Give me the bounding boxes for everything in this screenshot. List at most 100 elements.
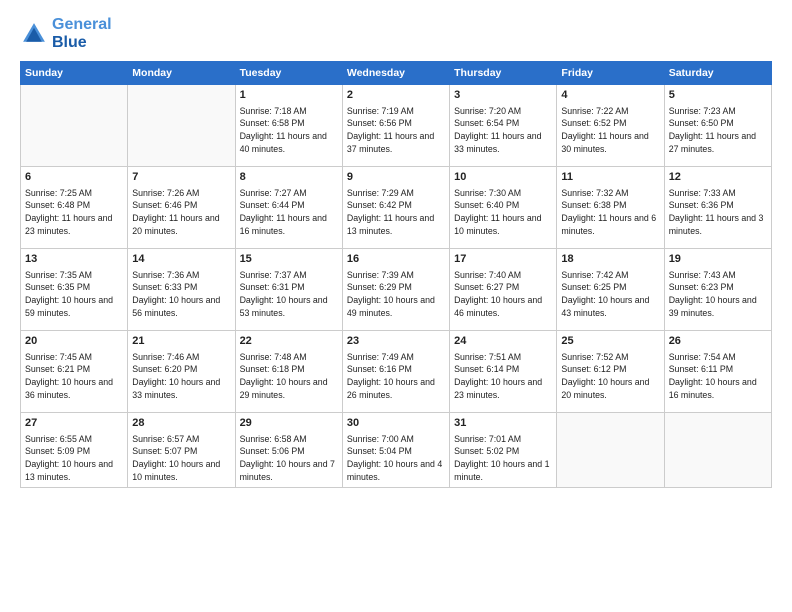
day-content: Sunrise: 7:27 AM Sunset: 6:44 PM Dayligh…: [240, 187, 338, 238]
logo-icon: [20, 20, 48, 48]
day-content: Sunrise: 7:52 AM Sunset: 6:12 PM Dayligh…: [561, 351, 659, 402]
day-content: Sunrise: 7:51 AM Sunset: 6:14 PM Dayligh…: [454, 351, 552, 402]
calendar-cell: 3Sunrise: 7:20 AM Sunset: 6:54 PM Daylig…: [450, 85, 557, 167]
day-content: Sunrise: 7:43 AM Sunset: 6:23 PM Dayligh…: [669, 269, 767, 320]
day-content: Sunrise: 7:18 AM Sunset: 6:58 PM Dayligh…: [240, 105, 338, 156]
col-tuesday: Tuesday: [235, 62, 342, 85]
calendar-body: 1 Sunrise: 7:18 AM Sunset: 6:58 PM Daylig…: [21, 85, 772, 487]
day-number: 26: [669, 334, 767, 349]
day-content: Sunrise: 7:00 AM Sunset: 5:04 PM Dayligh…: [347, 433, 445, 484]
day-number: 22: [240, 334, 338, 349]
day-number: 7: [132, 170, 230, 185]
calendar-cell: 25 Sunrise: 7:52 AM Sunset: 6:12 PM Dayli…: [557, 331, 664, 413]
calendar-cell: 7 Sunrise: 7:26 AM Sunset: 6:46 PM Daylig…: [128, 167, 235, 249]
calendar-cell: 23 Sunrise: 7:49 AM Sunset: 6:16 PM Dayli…: [342, 331, 449, 413]
day-number: 9: [347, 170, 445, 185]
calendar-cell: 11 Sunrise: 7:32 AM Sunset: 6:38 PM Dayli…: [557, 167, 664, 249]
logo-text: General Blue: [52, 16, 112, 51]
day-content: Sunrise: 7:36 AM Sunset: 6:33 PM Dayligh…: [132, 269, 230, 320]
calendar-table: Sunday Monday Tuesday Wednesday Thursday…: [20, 61, 772, 487]
col-friday: Friday: [557, 62, 664, 85]
calendar-cell: 15Sunrise: 7:37 AM Sunset: 6:31 PM Dayli…: [235, 249, 342, 331]
day-content: Sunrise: 6:55 AM Sunset: 5:09 PM Dayligh…: [25, 433, 123, 484]
col-wednesday: Wednesday: [342, 62, 449, 85]
calendar-header-row: Sunday Monday Tuesday Wednesday Thursday…: [21, 62, 772, 85]
calendar-cell: 20Sunrise: 7:45 AM Sunset: 6:21 PM Dayli…: [21, 331, 128, 413]
day-number: 31: [454, 416, 552, 431]
day-number: 6: [25, 170, 123, 185]
day-number: 15: [240, 252, 338, 267]
day-content: Sunrise: 7:48 AM Sunset: 6:18 PM Dayligh…: [240, 351, 338, 402]
calendar-cell: [128, 85, 235, 167]
day-content: Sunrise: 7:54 AM Sunset: 6:11 PM Dayligh…: [669, 351, 767, 402]
day-content: Sunrise: 7:35 AM Sunset: 6:35 PM Dayligh…: [25, 269, 123, 320]
calendar-cell: 29 Sunrise: 6:58 AM Sunset: 5:06 PM Dayli…: [235, 413, 342, 487]
day-content: Sunrise: 6:58 AM Sunset: 5:06 PM Dayligh…: [240, 433, 338, 484]
day-number: 5: [669, 88, 767, 103]
calendar-cell: 24 Sunrise: 7:51 AM Sunset: 6:14 PM Dayli…: [450, 331, 557, 413]
day-number: 12: [669, 170, 767, 185]
day-content: Sunrise: 7:23 AM Sunset: 6:50 PM Dayligh…: [669, 105, 767, 156]
col-sunday: Sunday: [21, 62, 128, 85]
calendar-cell: 1 Sunrise: 7:18 AM Sunset: 6:58 PM Daylig…: [235, 85, 342, 167]
page: General Blue Sunday Monday Tuesday Wedne…: [0, 0, 792, 612]
day-content: Sunrise: 7:01 AM Sunset: 5:02 PM Dayligh…: [454, 433, 552, 484]
calendar-cell: [21, 85, 128, 167]
calendar-cell: 4 Sunrise: 7:22 AM Sunset: 6:52 PM Daylig…: [557, 85, 664, 167]
day-content: Sunrise: 6:57 AM Sunset: 5:07 PM Dayligh…: [132, 433, 230, 484]
day-content: Sunrise: 7:49 AM Sunset: 6:16 PM Dayligh…: [347, 351, 445, 402]
day-number: 2: [347, 88, 445, 103]
day-number: 21: [132, 334, 230, 349]
day-number: 17: [454, 252, 552, 267]
calendar-cell: 6 Sunrise: 7:25 AM Sunset: 6:48 PM Daylig…: [21, 167, 128, 249]
calendar-cell: 28 Sunrise: 6:57 AM Sunset: 5:07 PM Dayli…: [128, 413, 235, 487]
day-content: Sunrise: 7:33 AM Sunset: 6:36 PM Dayligh…: [669, 187, 767, 238]
calendar-cell: 14 Sunrise: 7:36 AM Sunset: 6:33 PM Dayli…: [128, 249, 235, 331]
day-content: Sunrise: 7:20 AM Sunset: 6:54 PM Dayligh…: [454, 105, 552, 156]
calendar-cell: 26 Sunrise: 7:54 AM Sunset: 6:11 PM Dayli…: [664, 331, 771, 413]
day-content: Sunrise: 7:30 AM Sunset: 6:40 PM Dayligh…: [454, 187, 552, 238]
day-number: 23: [347, 334, 445, 349]
day-number: 30: [347, 416, 445, 431]
col-monday: Monday: [128, 62, 235, 85]
day-content: Sunrise: 7:32 AM Sunset: 6:38 PM Dayligh…: [561, 187, 659, 238]
day-number: 18: [561, 252, 659, 267]
col-thursday: Thursday: [450, 62, 557, 85]
day-number: 14: [132, 252, 230, 267]
day-number: 29: [240, 416, 338, 431]
day-number: 11: [561, 170, 659, 185]
calendar-cell: 27 Sunrise: 6:55 AM Sunset: 5:09 PM Dayli…: [21, 413, 128, 487]
day-number: 4: [561, 88, 659, 103]
calendar-cell: 5 Sunrise: 7:23 AM Sunset: 6:50 PM Daylig…: [664, 85, 771, 167]
calendar-cell: 19 Sunrise: 7:43 AM Sunset: 6:23 PM Dayli…: [664, 249, 771, 331]
day-number: 27: [25, 416, 123, 431]
day-number: 1: [240, 88, 338, 103]
col-saturday: Saturday: [664, 62, 771, 85]
day-content: Sunrise: 7:26 AM Sunset: 6:46 PM Dayligh…: [132, 187, 230, 238]
calendar-cell: 31 Sunrise: 7:01 AM Sunset: 5:02 PM Dayli…: [450, 413, 557, 487]
day-number: 8: [240, 170, 338, 185]
header: General Blue: [20, 16, 772, 51]
calendar-cell: 18 Sunrise: 7:42 AM Sunset: 6:25 PM Dayli…: [557, 249, 664, 331]
day-number: 25: [561, 334, 659, 349]
calendar-cell: 21Sunrise: 7:46 AM Sunset: 6:20 PM Dayli…: [128, 331, 235, 413]
calendar-cell: [664, 413, 771, 487]
day-number: 19: [669, 252, 767, 267]
day-content: Sunrise: 7:39 AM Sunset: 6:29 PM Dayligh…: [347, 269, 445, 320]
day-number: 10: [454, 170, 552, 185]
calendar-cell: 10 Sunrise: 7:30 AM Sunset: 6:40 PM Dayli…: [450, 167, 557, 249]
day-number: 28: [132, 416, 230, 431]
calendar-cell: 8 Sunrise: 7:27 AM Sunset: 6:44 PM Daylig…: [235, 167, 342, 249]
day-content: Sunrise: 7:25 AM Sunset: 6:48 PM Dayligh…: [25, 187, 123, 238]
calendar-cell: 12 Sunrise: 7:33 AM Sunset: 6:36 PM Dayli…: [664, 167, 771, 249]
day-content: Sunrise: 7:29 AM Sunset: 6:42 PM Dayligh…: [347, 187, 445, 238]
logo: General Blue: [20, 16, 112, 51]
calendar-cell: 22 Sunrise: 7:48 AM Sunset: 6:18 PM Dayli…: [235, 331, 342, 413]
day-number: 24: [454, 334, 552, 349]
day-number: 16: [347, 252, 445, 267]
day-content: Sunrise: 7:22 AM Sunset: 6:52 PM Dayligh…: [561, 105, 659, 156]
calendar-cell: 13Sunrise: 7:35 AM Sunset: 6:35 PM Dayli…: [21, 249, 128, 331]
day-number: 20: [25, 334, 123, 349]
calendar-cell: [557, 413, 664, 487]
day-content: Sunrise: 7:42 AM Sunset: 6:25 PM Dayligh…: [561, 269, 659, 320]
